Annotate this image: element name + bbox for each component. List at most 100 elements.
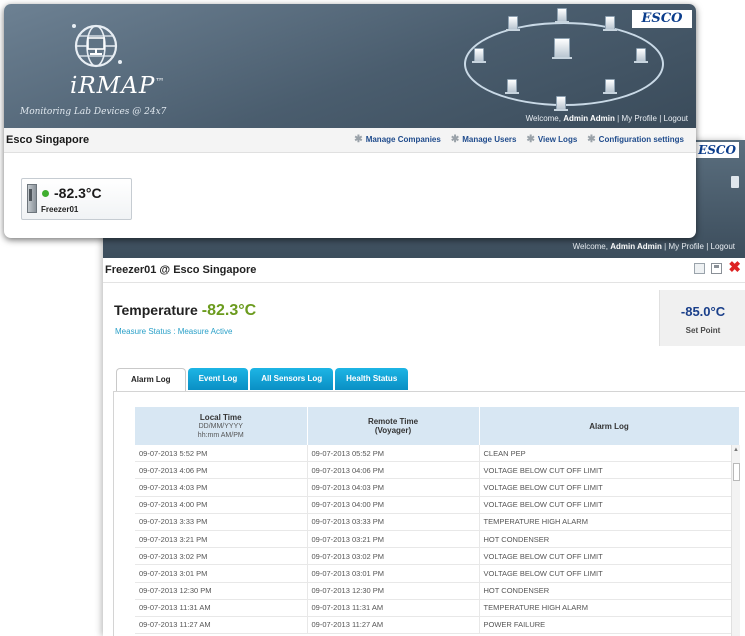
tab-health-status[interactable]: Health Status bbox=[335, 368, 409, 390]
table-row[interactable]: 09-07-2013 3:01 PM 09-07-2013 03:01 PM VOL… bbox=[135, 564, 740, 583]
my-profile-link[interactable]: My Profile bbox=[621, 114, 657, 123]
cell-local-time: 09-07-2013 12:30 PM bbox=[135, 582, 308, 600]
welcome-user: Admin Admin bbox=[610, 242, 662, 251]
table-row[interactable]: 09-07-2013 3:33 PM 09-07-2013 03:33 PM TEM… bbox=[135, 513, 740, 531]
welcome-prefix: Welcome, bbox=[572, 242, 611, 251]
log-tabs: Alarm Log Event Log All Sensors Log Heal… bbox=[116, 368, 409, 392]
column-header-remote-time[interactable]: Remote Time (Voyager) bbox=[307, 407, 480, 445]
company-bar: Esco Singapore ✱ Manage Companies ✱ Manage… bbox=[4, 128, 696, 153]
brand-name: iRMAP™ bbox=[70, 73, 166, 99]
detail-toolbar: ✖ bbox=[694, 260, 741, 275]
column-header-alarm-log[interactable]: Alarm Log bbox=[479, 407, 740, 445]
temperature-value: -82.3°C bbox=[201, 302, 257, 319]
nav-view-logs[interactable]: ✱ View Logs bbox=[526, 134, 577, 144]
cell-remote-time: 09-07-2013 05:52 PM bbox=[307, 445, 480, 463]
alarm-log-rows: 09-07-2013 5:52 PM 09-07-2013 05:52 PM CLE… bbox=[135, 445, 740, 635]
alarm-log-panel: Local Time DD/MM/YYYY hh:mm AM/PM Remote… bbox=[113, 391, 745, 636]
gear-icon: ✱ bbox=[450, 133, 460, 145]
cell-alarm-log: VOLTAGE BELOW CUT OFF LIMIT bbox=[479, 564, 740, 583]
cell-alarm-log: VOLTAGE BELOW CUT OFF LIMIT bbox=[479, 461, 740, 480]
server-node-icon bbox=[505, 79, 519, 94]
save-icon[interactable] bbox=[711, 262, 723, 274]
cell-local-time: 09-07-2013 4:00 PM bbox=[135, 496, 308, 514]
table-row[interactable]: 09-07-2013 4:06 PM 09-07-2013 04:06 PM VOL… bbox=[135, 461, 740, 480]
scroll-thumb[interactable] bbox=[733, 463, 740, 481]
cell-local-time: 09-07-2013 3:21 PM bbox=[135, 530, 308, 549]
tab-alarm-log[interactable]: Alarm Log bbox=[116, 368, 186, 392]
my-profile-link[interactable]: My Profile bbox=[668, 242, 704, 251]
cell-remote-time: 09-07-2013 04:03 PM bbox=[307, 478, 480, 497]
tab-event-log[interactable]: Event Log bbox=[187, 368, 249, 390]
table-row[interactable]: 09-07-2013 3:21 PM 09-07-2013 03:21 PM HOT… bbox=[135, 530, 740, 549]
cell-local-time: 09-07-2013 3:02 PM bbox=[135, 547, 308, 566]
device-card-freezer01[interactable]: -82.3°C Freezer01 bbox=[21, 178, 132, 220]
cell-remote-time: 09-07-2013 11:31 AM bbox=[307, 599, 480, 617]
gear-icon: ✱ bbox=[354, 133, 363, 145]
measure-status: Measure Status : Measure Active bbox=[115, 327, 233, 336]
set-point-panel: -85.0°C Set Point bbox=[659, 290, 745, 346]
server-node-icon bbox=[554, 96, 568, 111]
nav-configuration-settings[interactable]: ✱ Configuration settings bbox=[587, 133, 684, 145]
brand-tagline: Monitoring Lab Devices @ 24x7 bbox=[20, 107, 167, 117]
cell-alarm-log: VOLTAGE BELOW CUT OFF LIMIT bbox=[479, 547, 740, 566]
table-row[interactable]: 09-07-2013 11:31 AM 09-07-2013 11:31 AM TE… bbox=[135, 599, 740, 617]
set-point-label: Set Point bbox=[685, 326, 721, 335]
server-node-icon bbox=[506, 16, 520, 31]
table-row[interactable]: 09-07-2013 3:02 PM 09-07-2013 03:02 PM VOL… bbox=[135, 547, 740, 566]
server-node-icon bbox=[603, 16, 617, 31]
cell-remote-time: 09-07-2013 03:01 PM bbox=[307, 564, 480, 583]
central-server-icon bbox=[552, 38, 572, 59]
device-temperature: -82.3°C bbox=[54, 185, 102, 201]
cell-local-time: 09-07-2013 3:33 PM bbox=[135, 513, 308, 531]
cell-alarm-log: HOT CONDENSER bbox=[479, 530, 740, 549]
table-row[interactable]: 09-07-2013 12:30 PM 09-07-2013 12:30 PM HO… bbox=[135, 582, 740, 600]
freezer-icon bbox=[27, 184, 37, 213]
cell-alarm-log: VOLTAGE BELOW CUT OFF LIMIT bbox=[479, 478, 740, 497]
esco-logo: ESCO bbox=[632, 10, 692, 28]
welcome-bar: Welcome, Admin Admin | My Profile | Logo… bbox=[525, 114, 688, 123]
esco-logo: ESCO bbox=[695, 142, 739, 158]
table-row[interactable]: 09-07-2013 4:00 PM 09-07-2013 04:00 PM VOL… bbox=[135, 496, 740, 514]
alarm-log-table: Local Time DD/MM/YYYY hh:mm AM/PM Remote… bbox=[135, 407, 740, 635]
cell-local-time: 09-07-2013 4:03 PM bbox=[135, 478, 308, 497]
cell-local-time: 09-07-2013 3:01 PM bbox=[135, 564, 308, 583]
server-node-icon bbox=[472, 48, 486, 63]
cell-local-time: 09-07-2013 11:27 AM bbox=[135, 616, 308, 635]
globe-logo-icon bbox=[72, 24, 122, 68]
cell-alarm-log: TEMPERATURE HIGH ALARM bbox=[479, 513, 740, 531]
nav-manage-users[interactable]: ✱ Manage Users bbox=[450, 133, 517, 145]
device-name: Freezer01 bbox=[41, 205, 79, 214]
cell-remote-time: 09-07-2013 12:30 PM bbox=[307, 582, 480, 600]
table-header-row: Local Time DD/MM/YYYY hh:mm AM/PM Remote… bbox=[135, 407, 740, 445]
close-icon[interactable]: ✖ bbox=[728, 260, 741, 275]
table-row[interactable]: 09-07-2013 4:03 PM 09-07-2013 04:03 PM VOL… bbox=[135, 478, 740, 497]
cell-remote-time: 09-07-2013 03:33 PM bbox=[307, 513, 480, 531]
cell-remote-time: 09-07-2013 11:27 AM bbox=[307, 616, 480, 635]
temperature-readout: Temperature -82.3°C bbox=[114, 302, 256, 320]
cell-alarm-log: VOLTAGE BELOW CUT OFF LIMIT bbox=[479, 496, 740, 514]
logout-link[interactable]: Logout bbox=[664, 114, 688, 123]
table-row[interactable]: 09-07-2013 5:52 PM 09-07-2013 05:52 PM CLE… bbox=[135, 445, 740, 463]
logout-link[interactable]: Logout bbox=[711, 242, 735, 251]
server-node-icon bbox=[731, 176, 739, 188]
scroll-up-icon[interactable]: ▲ bbox=[733, 447, 739, 453]
gear-icon: ✱ bbox=[587, 133, 596, 145]
detail-title: Freezer01 @ Esco Singapore bbox=[105, 264, 257, 276]
detail-titlebar: Freezer01 @ Esco Singapore ✖ bbox=[103, 258, 745, 283]
network-ring-graphic bbox=[464, 22, 664, 106]
cell-local-time: 09-07-2013 4:06 PM bbox=[135, 461, 308, 480]
set-point-value: -85.0°C bbox=[680, 304, 726, 319]
table-scrollbar[interactable]: ▲ bbox=[731, 445, 740, 636]
app-header: iRMAP™ Monitoring Lab Devices @ 24x7 ESC… bbox=[4, 4, 696, 128]
cell-remote-time: 09-07-2013 04:06 PM bbox=[307, 461, 480, 480]
column-header-local-time[interactable]: Local Time DD/MM/YYYY hh:mm AM/PM bbox=[135, 407, 308, 445]
chart-icon[interactable] bbox=[694, 262, 706, 274]
company-name: Esco Singapore bbox=[6, 134, 90, 146]
cell-alarm-log: CLEAN PEP bbox=[479, 445, 740, 463]
cell-remote-time: 09-07-2013 04:00 PM bbox=[307, 496, 480, 514]
nav-manage-companies[interactable]: ✱ Manage Companies bbox=[354, 133, 441, 145]
tab-all-sensors-log[interactable]: All Sensors Log bbox=[250, 368, 334, 390]
cell-alarm-log: TEMPERATURE HIGH ALARM bbox=[479, 599, 740, 617]
table-row[interactable]: 09-07-2013 11:27 AM 09-07-2013 11:27 AM PO… bbox=[135, 616, 740, 635]
cell-remote-time: 09-07-2013 03:21 PM bbox=[307, 530, 480, 549]
